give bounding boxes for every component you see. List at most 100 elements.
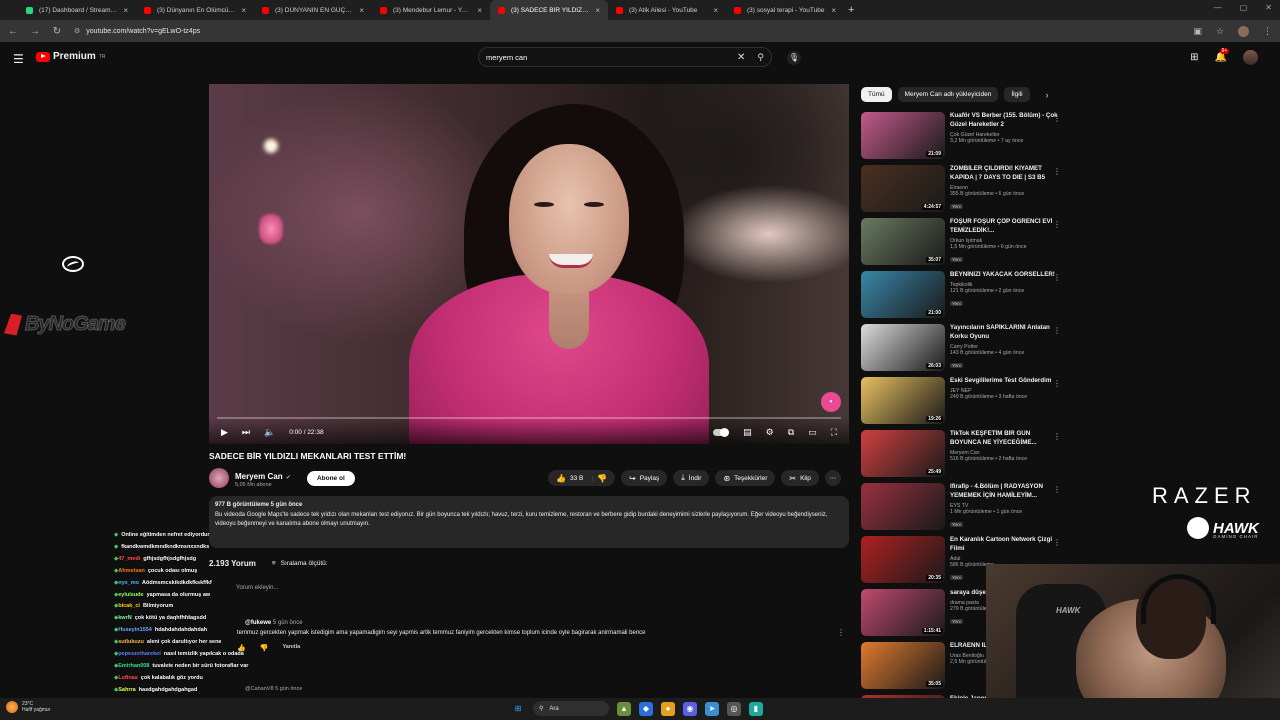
create-icon[interactable]: ⊞ xyxy=(1190,52,1198,63)
hamburger-menu-icon[interactable]: ☰ xyxy=(13,52,24,66)
filter-chip[interactable]: Meryem Can adlı yükleyiciden xyxy=(897,87,999,102)
weather-widget[interactable]: 23°C Hafif yağmur xyxy=(6,701,50,713)
tab-close-icon[interactable]: × xyxy=(123,6,128,15)
microphone-icon[interactable]: 🎙 xyxy=(787,51,801,65)
video-player[interactable]: ♥ ▶ ⏭ 🔈 0:00 / 22:38 ▤ ⚙ ⧉ ▭ ⛶ xyxy=(209,84,849,444)
clear-search-icon[interactable]: ✕ xyxy=(737,52,745,63)
notifications-icon[interactable]: 🔔 9+ xyxy=(1215,48,1230,63)
theater-mode-icon[interactable]: ▭ xyxy=(808,427,817,438)
progress-bar[interactable] xyxy=(217,417,841,419)
description-box[interactable]: 977 B görüntüleme 5 gün önce Bu videoda … xyxy=(209,496,849,548)
recommended-title[interactable]: BEYNİNİZİ YAKACAK GÖRSELLER! xyxy=(950,271,1061,280)
browser-tab[interactable]: (3) SADECE BİR YILDIZLI MEKAN × xyxy=(490,0,608,20)
more-options-icon[interactable]: ⋮ xyxy=(1053,114,1061,123)
recommended-video[interactable]: 19:26 Eski Sevgililerime Test Gönderdim JE… xyxy=(861,377,1061,424)
tab-close-icon[interactable]: × xyxy=(241,6,246,15)
video-thumbnail[interactable]: 35:05 xyxy=(861,642,945,689)
tab-close-icon[interactable]: × xyxy=(831,6,836,15)
tab-close-icon[interactable]: × xyxy=(713,6,718,15)
taskbar-search[interactable]: ⚲ Ara xyxy=(533,701,609,716)
reload-icon[interactable]: ↻ xyxy=(52,26,62,37)
forward-icon[interactable]: → xyxy=(30,26,40,37)
more-actions-button[interactable]: ⋯ xyxy=(824,470,841,486)
play-icon[interactable]: ▶ xyxy=(221,427,228,438)
browser-menu-icon[interactable]: ⋮ xyxy=(1263,26,1272,37)
browser-tab[interactable]: (3) Dünyanın En Ölümcül Engel × xyxy=(136,0,254,20)
copilot-icon[interactable]: ◆ xyxy=(639,701,653,716)
search-input[interactable]: meryem can xyxy=(486,53,737,62)
install-icon[interactable]: ▣ xyxy=(1193,26,1202,37)
more-options-icon[interactable]: ⋮ xyxy=(1053,379,1061,388)
recommended-title[interactable]: Eski Sevgililerime Test Gönderdim xyxy=(950,377,1061,386)
autoplay-toggle[interactable] xyxy=(713,428,730,437)
more-options-icon[interactable]: ⋮ xyxy=(1053,432,1061,441)
video-thumbnail[interactable]: 26:03 xyxy=(861,324,945,371)
recommended-video[interactable]: 25:49 TikTok KEŞFETİM BİR GÜN BOYUNCA NE … xyxy=(861,430,1061,477)
recommended-title[interactable]: Kuaför VS Berber (155. Bölüm) - Çok Güze… xyxy=(950,112,1061,130)
user-avatar[interactable] xyxy=(1243,50,1258,65)
recommended-video[interactable]: Ifirafip - 4.Bölüm | RADYASYON YEMEMEK İ… xyxy=(861,483,1061,530)
app-icon[interactable]: ▮ xyxy=(749,701,763,716)
video-thumbnail[interactable]: 19:26 xyxy=(861,377,945,424)
recommended-video[interactable]: 21:09 Kuaför VS Berber (155. Bölüm) - Çok… xyxy=(861,112,1061,159)
subtitles-icon[interactable]: ▤ xyxy=(743,427,752,438)
clip-button[interactable]: ✂ Klip xyxy=(781,470,819,486)
channel-name[interactable]: Meryem Can xyxy=(235,472,283,481)
video-thumbnail[interactable]: 35:07 xyxy=(861,218,945,265)
recommended-video[interactable]: 21:00 BEYNİNİZİ YAKACAK GÖRSELLER! Tepkiko… xyxy=(861,271,1061,318)
browser-tab[interactable]: (3) Mendebur Lemur - YouTube × xyxy=(372,0,490,20)
miniplayer-icon[interactable]: ⧉ xyxy=(788,427,794,438)
chrome-icon[interactable]: ● xyxy=(661,701,675,716)
browser-profile-avatar[interactable] xyxy=(1238,25,1249,37)
video-thumbnail[interactable]: 21:09 xyxy=(861,112,945,159)
youtube-premium-logo[interactable]: Premium TR xyxy=(36,51,105,62)
filter-chip[interactable]: Tümü xyxy=(861,87,892,102)
mountain-app-icon[interactable]: ▲ xyxy=(617,701,631,716)
url-field[interactable]: ⚙ youtube.com/watch?v=gELwO-tz4ps xyxy=(74,27,1181,36)
more-options-icon[interactable]: ⋮ xyxy=(1053,273,1061,282)
tab-close-icon[interactable]: × xyxy=(595,6,600,15)
filter-chip[interactable]: İlgili xyxy=(1004,87,1030,102)
recommended-title[interactable]: En Karanlık Cartoon Network Çizgi Filmi xyxy=(950,536,1061,554)
new-tab-icon[interactable]: + xyxy=(848,4,854,16)
subscribe-button[interactable]: Abone ol xyxy=(306,470,355,486)
more-options-icon[interactable]: ⋮ xyxy=(1053,538,1061,547)
channel-avatar[interactable] xyxy=(209,468,229,488)
video-thumbnail[interactable]: 20:35 xyxy=(861,536,945,583)
recommended-title[interactable]: TikTok KEŞFETİM BİR GÜN BOYUNCA NE YİYEC… xyxy=(950,430,1061,448)
more-options-icon[interactable]: ⋮ xyxy=(1053,220,1061,229)
channel-watermark[interactable]: ♥ xyxy=(821,392,841,412)
search-icon[interactable]: ⚲ xyxy=(757,52,764,63)
thanks-button[interactable]: ⊛ Teşekkürler xyxy=(715,470,776,486)
browser-tab[interactable]: (17) Dashboard / Streamlabs × xyxy=(18,0,136,20)
bookmark-star-icon[interactable]: ☆ xyxy=(1216,26,1224,37)
video-thumbnail[interactable] xyxy=(861,483,945,530)
recommended-title[interactable]: Yayıncıların SAPIKLARINI Anlatan Korku O… xyxy=(950,324,1061,342)
more-options-icon[interactable]: ⋮ xyxy=(1053,485,1061,494)
share-button[interactable]: ↪ Paylaş xyxy=(621,470,668,486)
video-thumbnail[interactable]: 25:49 xyxy=(861,430,945,477)
tab-close-icon[interactable]: × xyxy=(359,6,364,15)
browser-tab[interactable]: (3) Atik Ailesi - YouTube × xyxy=(608,0,726,20)
video-thumbnail[interactable]: 1:15:41 xyxy=(861,589,945,636)
fullscreen-icon[interactable]: ⛶ xyxy=(831,427,837,438)
thumbs-down-icon[interactable]: 👎 xyxy=(597,474,607,483)
recommended-title[interactable]: Ifirafip - 4.Bölüm | RADYASYON YEMEMEK İ… xyxy=(950,483,1061,501)
chevron-right-icon[interactable]: › xyxy=(1046,90,1049,100)
settings-icon[interactable]: ⚙ xyxy=(766,427,774,438)
tab-close-icon[interactable]: × xyxy=(477,6,482,15)
back-icon[interactable]: ← xyxy=(8,26,18,37)
site-info-icon[interactable]: ⚙ xyxy=(74,27,80,35)
discord-icon[interactable]: ◉ xyxy=(683,701,697,716)
video-thumbnail[interactable]: 4:24:57 xyxy=(861,165,945,212)
comment-menu-icon[interactable]: ⋮ xyxy=(837,628,845,637)
video-thumbnail[interactable]: 21:00 xyxy=(861,271,945,318)
browser-tab[interactable]: (3) sosyal terapi - YouTube × xyxy=(726,0,844,20)
obs-icon[interactable]: ◎ xyxy=(727,701,741,716)
search-box[interactable]: meryem can ✕ ⚲ xyxy=(478,47,772,67)
close-window-icon[interactable]: ✕ xyxy=(1265,3,1272,12)
telegram-icon[interactable]: ➤ xyxy=(705,701,719,716)
recommended-video[interactable]: 26:03 Yayıncıların SAPIKLARINI Anlatan Ko… xyxy=(861,324,1061,371)
more-options-icon[interactable]: ⋮ xyxy=(1053,167,1061,176)
like-button[interactable]: 👍 33 B | 👎 xyxy=(548,470,616,486)
